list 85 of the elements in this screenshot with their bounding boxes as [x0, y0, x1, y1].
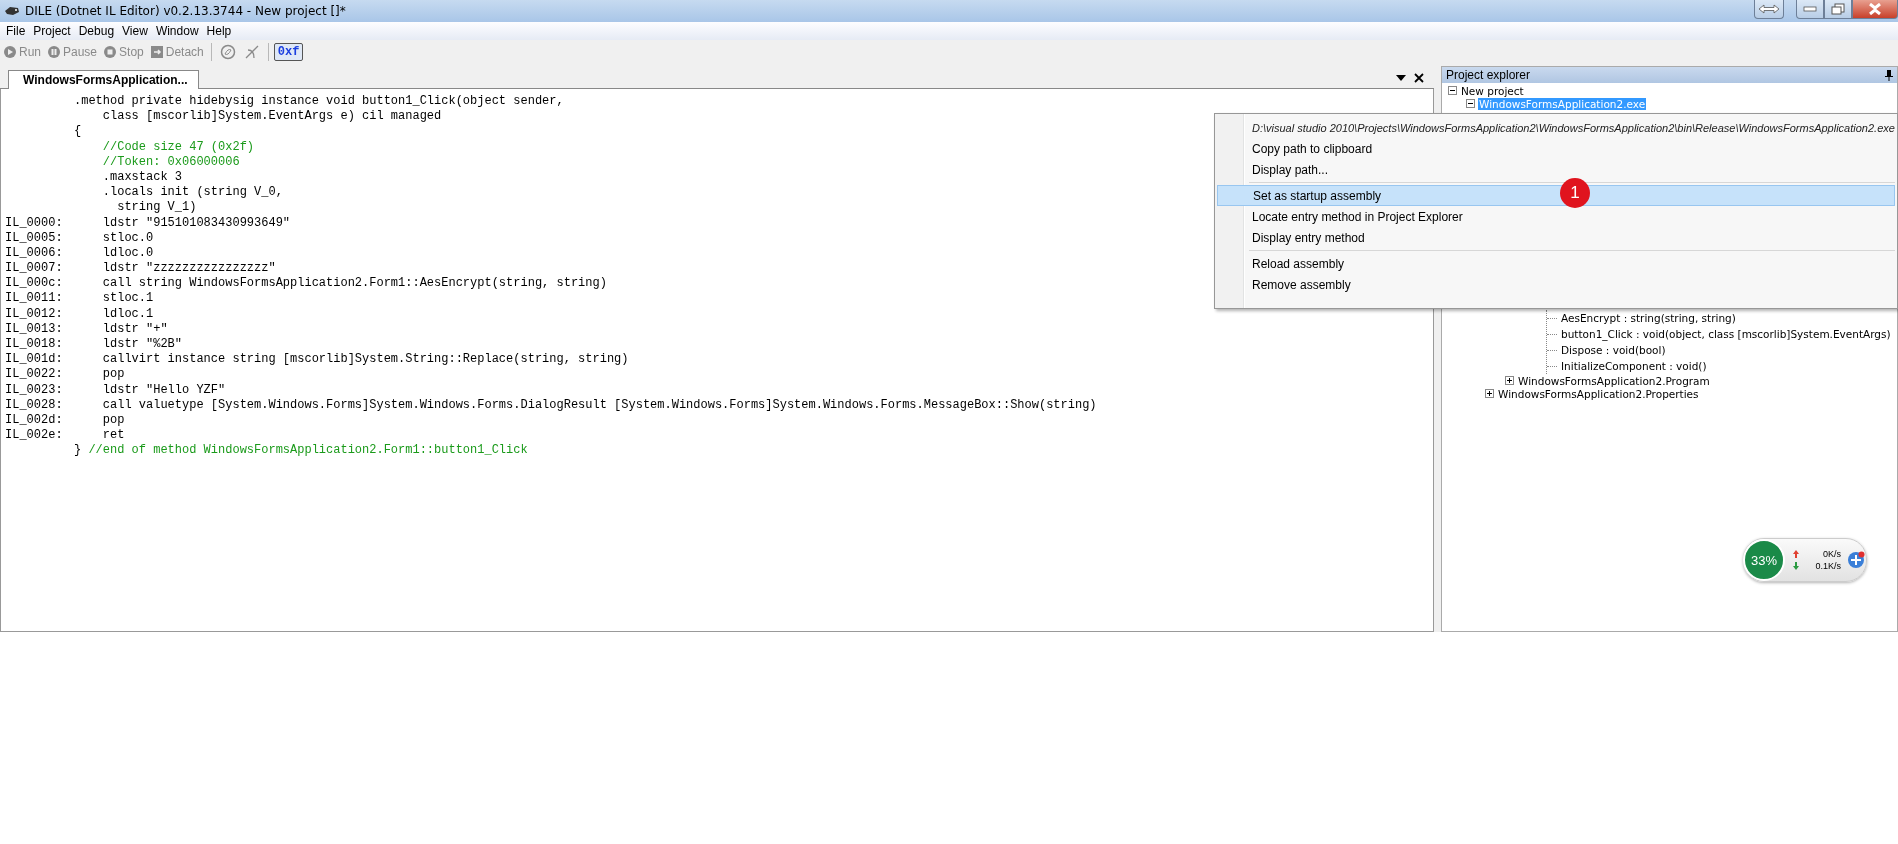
plus-icon[interactable] — [1847, 551, 1865, 569]
code-line: ldloc.1 — [101, 306, 154, 322]
tree-item[interactable]: WindowsFormsApplication2.Properties — [1497, 387, 1700, 400]
code-comment: //Code size 47 (0x2f) — [101, 139, 255, 155]
menu-item[interactable]: Display path... — [1217, 159, 1895, 180]
tree-item[interactable]: Dispose : void(bool) — [1560, 344, 1667, 356]
menu-item[interactable]: Remove assembly — [1217, 274, 1895, 295]
editor-tab[interactable]: WindowsFormsApplication... — [8, 70, 199, 89]
assembly-path: D:\visual studio 2010\Projects\WindowsFormsApplication2\WindowsFormsApplication2\bin\Release\WindowsFormsApplication2.exe — [1252, 121, 1895, 134]
code-line: ldstr "+" — [101, 321, 168, 337]
code-line: ldstr "Hello YZF" — [101, 382, 226, 398]
code-line: call string WindowsFormsApplication2.Form1::AesEncrypt(string, string) — [101, 276, 607, 292]
window-title: DILE (Dotnet IL Editor) v0.2.13.3744 - New project []* — [25, 4, 346, 18]
tree-item[interactable]: WindowsFormsApplication2.Program — [1517, 374, 1711, 387]
tree-item[interactable]: AesEncrypt : string(string, string) — [1560, 312, 1737, 324]
menu-item[interactable]: Reload assembly — [1217, 253, 1895, 274]
code-line: ret — [101, 428, 125, 444]
download-arrow-icon — [1793, 562, 1799, 570]
close-icon[interactable] — [1414, 73, 1424, 83]
code-line: .method private hidebysig instance void button1_Click(object sender, — [74, 94, 564, 110]
menu-item[interactable]: Project — [29, 24, 75, 38]
instruction-label: IL_002d: — [5, 412, 63, 427]
app-icon — [4, 4, 20, 18]
code-line: call valuetype [System.Windows.Forms]System.Windows.Forms.DialogResult [System.Windows.Forms]System.Windows.Forms.MessageBox::Show(string) — [101, 397, 1097, 413]
instruction-label: IL_0013: — [5, 321, 63, 336]
instruction-label: IL_0028: — [5, 397, 63, 412]
code-line: .locals init (string V_0, — [101, 185, 283, 201]
instruction-label: IL_001d: — [5, 352, 63, 367]
code-line: pop — [101, 412, 125, 429]
menu-item[interactable]: Help — [202, 24, 236, 38]
instruction-label: IL_0011: — [5, 291, 63, 306]
code-line: ldstr "%2B" — [101, 337, 183, 353]
code-line: ldstr "zzzzzzzzzzzzzzzz" — [101, 261, 276, 277]
code-line: stloc.0 — [101, 230, 154, 246]
code-line: } — [74, 443, 82, 459]
dropdown-icon[interactable] — [1396, 75, 1406, 81]
code-line: ldstr "915101083430993649" — [101, 215, 291, 231]
instruction-label: IL_0023: — [5, 382, 63, 397]
menu-item[interactable]: Copy path to clipboard — [1217, 138, 1895, 159]
code-line: string V_1) — [116, 200, 197, 216]
minimize-icon[interactable] — [1796, 0, 1824, 19]
code-line: callvirt instance string [mscorlib]System.String::Replace(string, string) — [101, 352, 629, 368]
code-line: { — [74, 124, 82, 140]
menu-item[interactable]: Debug — [74, 24, 119, 38]
code-line: ldloc.0 — [101, 245, 154, 262]
expander-icon[interactable] — [1505, 376, 1514, 385]
menu-item[interactable]: File — [2, 24, 30, 38]
upload-speed: 0K/s — [1823, 549, 1841, 559]
instruction-label: IL_0006: — [5, 245, 63, 260]
expander-icon[interactable] — [1448, 86, 1457, 95]
instruction-label: IL_0018: — [5, 337, 63, 351]
panel-title: Project explorer — [1446, 68, 1531, 82]
code-comment: //Token: 0x06000006 — [101, 154, 240, 170]
pin-icon[interactable] — [1885, 69, 1893, 81]
expander-icon[interactable] — [1485, 389, 1494, 398]
expander-icon[interactable] — [1466, 99, 1475, 108]
tree-item[interactable]: New project — [1460, 84, 1525, 97]
restore-icon[interactable] — [1824, 0, 1852, 19]
instruction-label: IL_002e: — [5, 428, 63, 443]
instruction-label: IL_0007: — [5, 261, 63, 276]
code-line: .maxstack 3 — [101, 169, 183, 186]
upload-arrow-icon — [1793, 550, 1799, 558]
menu-item[interactable]: Display entry method — [1217, 227, 1895, 248]
tree-item[interactable]: InitializeComponent : void() — [1560, 360, 1708, 372]
instruction-label: IL_0000: — [5, 215, 63, 230]
instruction-label: IL_000c: — [5, 276, 63, 291]
detach-icon — [149, 45, 164, 59]
code-line: pop — [101, 367, 125, 383]
hex-toggle-button[interactable]: 0xf — [273, 43, 304, 61]
play-icon — [3, 45, 17, 59]
code-comment: //end of method WindowsFormsApplication2.Form1::button1_Click — [87, 443, 528, 459]
instruction-label: IL_0022: — [5, 367, 63, 382]
menu-item[interactable]: Window — [151, 24, 203, 38]
resize-icon[interactable] — [1754, 0, 1784, 19]
menu-item[interactable]: View — [118, 24, 152, 38]
menu-item[interactable]: Locate entry method in Project Explorer — [1217, 206, 1895, 227]
usage-percent: 33% — [1751, 552, 1777, 568]
instruction-label: IL_0012: — [5, 306, 63, 321]
stop-icon — [103, 45, 118, 59]
code-line: stloc.1 — [101, 291, 154, 307]
instruction-label: IL_0005: — [5, 230, 63, 245]
code-line: class [mscorlib]System.EventArgs e) cil managed — [101, 109, 442, 125]
download-speed: 0.1K/s — [1815, 561, 1841, 571]
pause-icon — [47, 45, 61, 59]
tree-item[interactable]: button1_Click : void(object, class [mscorlib]System.EventArgs) — [1560, 328, 1892, 340]
